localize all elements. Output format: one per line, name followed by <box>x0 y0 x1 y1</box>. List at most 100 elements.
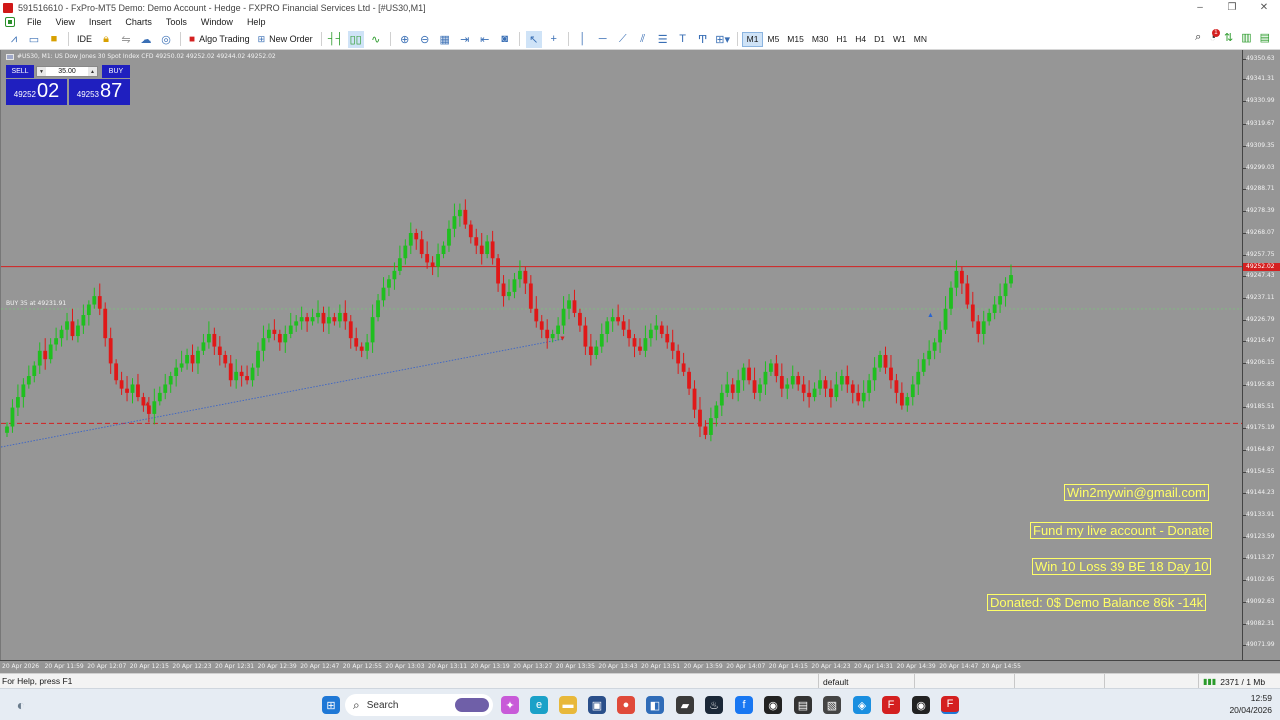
candle-body <box>26 376 31 385</box>
obs-icon[interactable]: ◉ <box>764 696 782 714</box>
menu-tools[interactable]: Tools <box>160 17 195 27</box>
menu-file[interactable]: File <box>21 17 50 27</box>
trend-line-icon[interactable]: ⟋ <box>615 31 631 48</box>
horizontal-line-icon[interactable]: ─ <box>595 31 611 48</box>
new-chart-icon[interactable]: ▭ <box>26 31 42 48</box>
fxpro-icon[interactable]: F <box>882 696 900 714</box>
media-app-icon[interactable]: ▤ <box>794 696 812 714</box>
chart-type-icon[interactable]: ⩘ <box>6 31 22 48</box>
fibonacci-icon[interactable]: ☰ <box>655 31 671 48</box>
toolbox-icon[interactable]: ▤ <box>1260 31 1270 44</box>
connection-cell[interactable]: ▮▮▮ 2371 / 1 Mb <box>1198 674 1280 689</box>
menu-window[interactable]: Window <box>195 17 241 27</box>
store-icon[interactable]: ▣ <box>588 696 606 714</box>
menu-charts[interactable]: Charts <box>119 17 160 27</box>
browser-app-icon[interactable]: ◈ <box>853 696 871 714</box>
timeframe-m30[interactable]: M30 <box>808 32 833 47</box>
algo-trading-button[interactable]: ■ Algo Trading <box>185 34 254 45</box>
new-order-button[interactable]: ⊞ New Order <box>254 34 317 45</box>
chrome-icon[interactable]: ● <box>617 696 635 714</box>
notifications-icon[interactable]: ◔ 1 <box>1209 28 1220 44</box>
buy-button[interactable]: BUY <box>102 65 130 78</box>
mt5-menu-icon[interactable] <box>5 17 15 27</box>
lock-icon[interactable]: 🔒︎ <box>98 31 114 48</box>
profiles-icon[interactable]: ■ <box>46 31 62 48</box>
main-toolbar: ⩘ ▭ ■ IDE 🔒︎ ⇋ ☁ ◎ ■ Algo Trading ⊞ New … <box>0 28 1280 50</box>
sell-button[interactable]: SELL <box>6 65 34 78</box>
candle-body <box>567 300 571 309</box>
recording-app-icon[interactable]: ◉ <box>912 696 930 714</box>
text-label-icon[interactable]: Ͳ <box>695 31 711 48</box>
lot-decrease-icon[interactable]: ▼ <box>37 67 46 76</box>
sell-price[interactable]: 49252 02 <box>6 79 67 105</box>
facebook-icon[interactable]: f <box>735 696 753 714</box>
candle-chart-icon[interactable]: ▯▯ <box>347 30 364 48</box>
line-chart-icon[interactable]: ∿ <box>368 31 384 48</box>
buy-price[interactable]: 49253 87 <box>69 79 130 105</box>
market-watch-icon[interactable]: ⇅ <box>1224 31 1233 44</box>
zoom-out-icon[interactable]: ⊖ <box>417 31 433 48</box>
timeframe-h4[interactable]: H4 <box>851 32 870 47</box>
cursor-icon[interactable]: ↖ <box>525 30 542 48</box>
candle-body <box>337 312 342 322</box>
tile-windows-icon[interactable]: ▦ <box>437 31 453 48</box>
timeframe-mn[interactable]: MN <box>910 32 931 47</box>
windows-taskbar: ◐ ⊞ ⌕ Search ✦ e ▬ ▣ ● ◧ ▰ ♨ f ◉ ▤ ▧ ◈ F… <box>0 688 1280 720</box>
utility-app-icon[interactable]: ▧ <box>823 696 841 714</box>
terminal-icon[interactable]: ▰ <box>676 696 694 714</box>
scroll-chart-icon[interactable]: ⇥ <box>457 31 473 48</box>
lot-size-field[interactable]: ▼ 35.00 ▲ <box>36 66 98 77</box>
channel-icon[interactable]: ⫽ <box>635 31 651 48</box>
widgets-icon[interactable]: ◐ <box>12 696 30 714</box>
menu-help[interactable]: Help <box>241 17 274 27</box>
system-clock[interactable]: 12:59 20/04/2026 <box>1229 692 1272 716</box>
signals-icon[interactable]: ◎ <box>158 31 174 48</box>
menu-view[interactable]: View <box>50 17 83 27</box>
chart-shift-icon[interactable]: ⇤ <box>477 31 493 48</box>
shapes-icon[interactable]: ⊞▾ <box>715 31 731 48</box>
maximize-button[interactable]: ❐ <box>1216 0 1248 15</box>
copilot-icon[interactable]: ✦ <box>501 696 519 714</box>
edge-icon[interactable]: e <box>530 696 548 714</box>
candle-body <box>518 270 522 280</box>
candle-body <box>790 376 795 385</box>
sync-icon[interactable]: ⇋ <box>118 31 134 48</box>
text-icon[interactable]: T <box>675 31 691 48</box>
candle-body <box>376 300 380 318</box>
menu-insert[interactable]: Insert <box>83 17 120 27</box>
price-axis[interactable]: 49252.02 49350.63 49341.31 49330.99 49319.67… <box>1242 50 1280 660</box>
steam-icon[interactable]: ♨ <box>705 696 723 714</box>
bar-chart-icon[interactable]: ┤┤ <box>328 31 344 48</box>
taskbar-search[interactable]: ⌕ Search <box>345 694 493 716</box>
crosshair-icon[interactable]: + <box>546 31 562 48</box>
candle-body <box>206 333 211 343</box>
search-icon[interactable]: ⌕ <box>1195 31 1201 44</box>
vertical-line-icon[interactable]: │ <box>575 31 591 48</box>
screenshot-icon[interactable]: ◙ <box>497 31 513 48</box>
timeframe-m1[interactable]: M1 <box>741 31 764 47</box>
symbol-flag-icon <box>6 53 14 60</box>
price-chart[interactable]: ▲ ▼ ▲ #US30, M1: US Dow Jones 30 Spot Inde… <box>0 50 1243 660</box>
file-explorer-icon[interactable]: ▬ <box>559 696 577 714</box>
lot-increase-icon[interactable]: ▲ <box>88 67 97 76</box>
close-button[interactable]: ✕ <box>1248 0 1280 15</box>
start-icon[interactable]: ⊞ <box>322 696 340 714</box>
connection-bars-icon: ▮▮▮ <box>1203 677 1217 686</box>
cloud-icon[interactable]: ☁ <box>138 31 154 48</box>
timeframe-m5[interactable]: M5 <box>763 32 783 47</box>
app-icon[interactable]: ◧ <box>646 696 664 714</box>
minimize-button[interactable]: – <box>1184 0 1216 15</box>
navigator-icon[interactable]: ▥ <box>1241 31 1251 44</box>
profile-cell[interactable]: default <box>818 674 914 689</box>
zoom-in-icon[interactable]: ⊕ <box>397 31 413 48</box>
timeframe-w1[interactable]: W1 <box>889 32 910 47</box>
mt5-taskbar-icon[interactable]: F <box>941 696 959 714</box>
timeframe-d1[interactable]: D1 <box>870 32 889 47</box>
time-axis[interactable]: 20 Apr 2026 20 Apr 11:59 20 Apr 12:07 20 Ap… <box>0 660 1280 673</box>
ide-button[interactable]: IDE <box>73 34 96 44</box>
candle-body <box>277 333 282 343</box>
bid-price-tag: 49252.02 <box>1243 262 1280 271</box>
candle-body <box>457 209 462 217</box>
timeframe-h1[interactable]: H1 <box>832 32 851 47</box>
timeframe-m15[interactable]: M15 <box>783 32 808 47</box>
